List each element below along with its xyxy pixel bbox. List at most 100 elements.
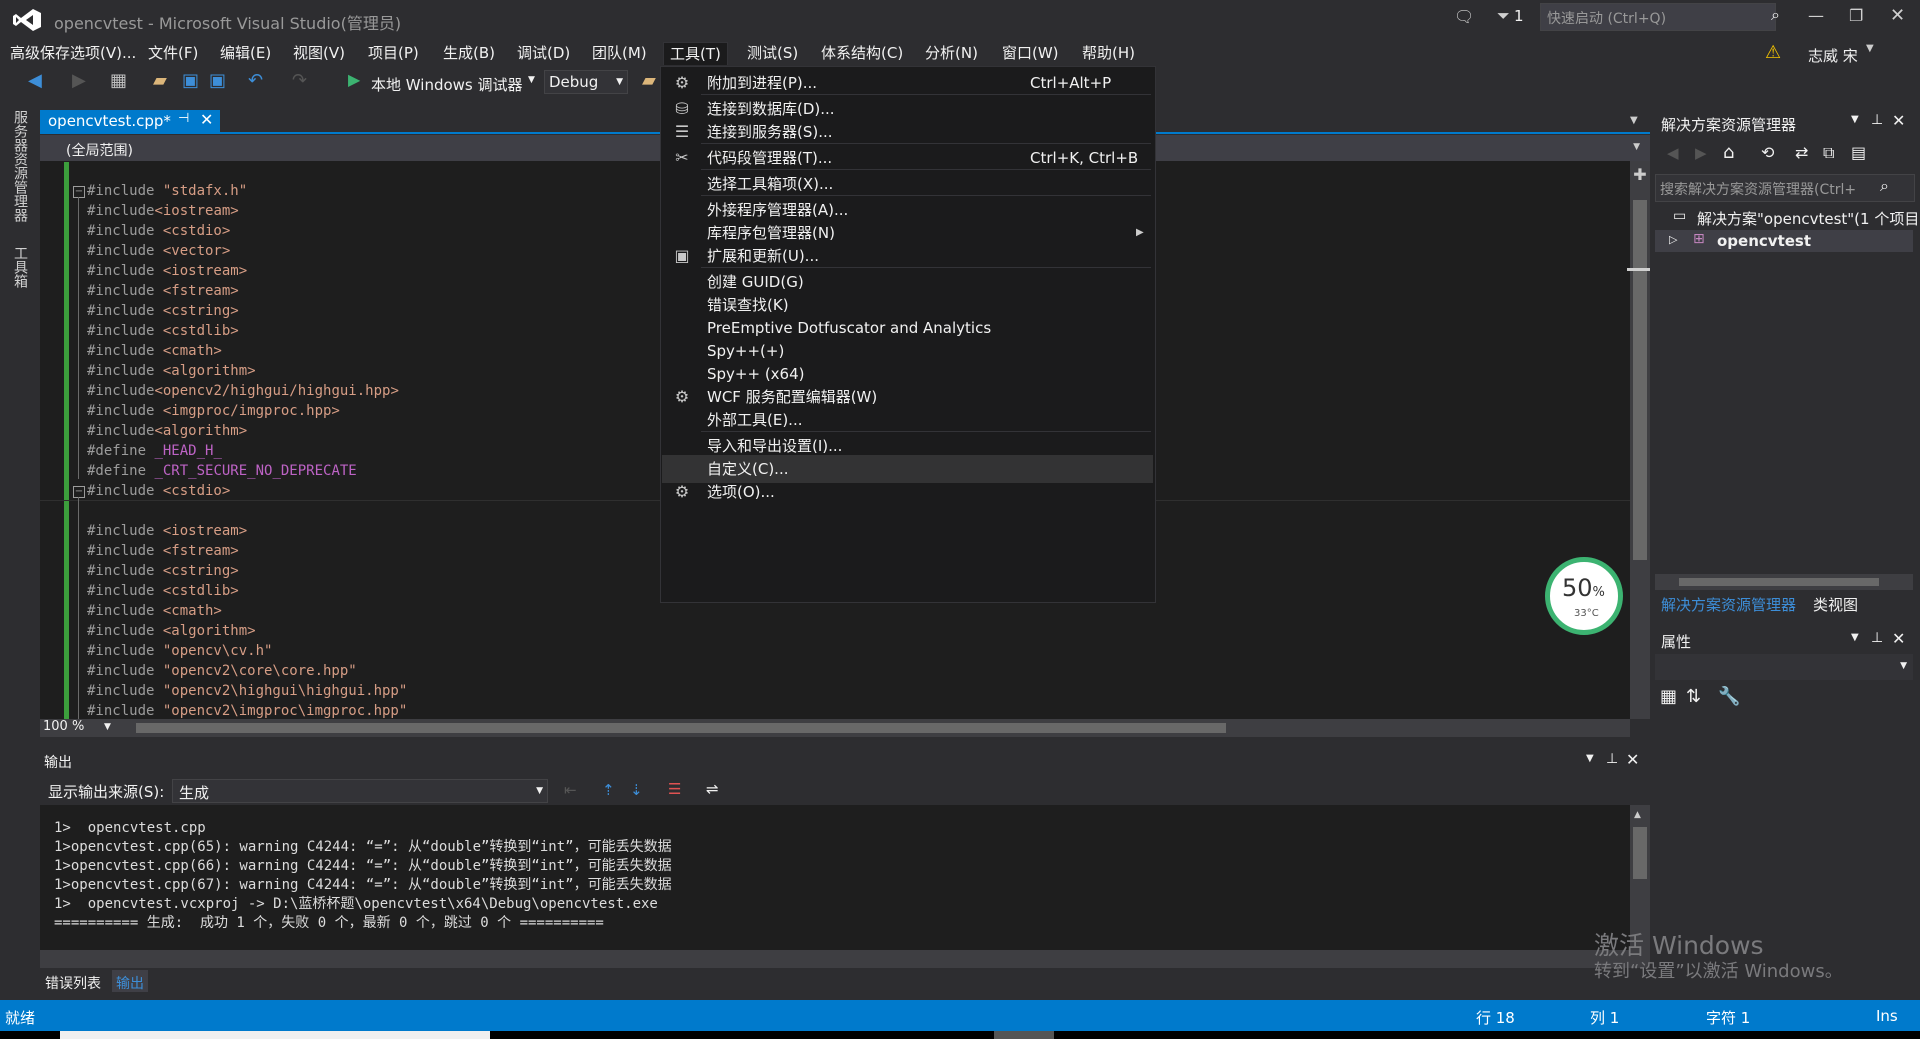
code-line[interactable]: #include<opencv2/highgui/highgui.hpp> <box>87 381 399 401</box>
menu-edit[interactable]: 编辑(E) <box>214 42 277 64</box>
menu-team[interactable]: 团队(M) <box>586 42 653 64</box>
zoom-level[interactable]: 100 % <box>43 719 84 734</box>
code-line[interactable]: #include <algorithm> <box>87 361 256 381</box>
performance-gauge[interactable]: 50% 33°C <box>1545 557 1623 635</box>
code-line[interactable]: #include <algorithm> <box>87 621 256 641</box>
code-line[interactable]: #include <cstdio> <box>87 481 230 501</box>
output-text[interactable]: 1> opencvtest.cpp 1>opencvtest.cpp(65): w… <box>40 805 1630 950</box>
find-message-icon[interactable]: ⇤ <box>564 781 577 799</box>
alphabetical-icon[interactable]: ⇅ <box>1686 686 1701 707</box>
expand-icon[interactable]: ▷ <box>1669 233 1677 246</box>
quick-launch-input[interactable]: 快速启动 (Ctrl+Q) ⌕ <box>1540 3 1780 31</box>
previous-message-icon[interactable]: ⇡ <box>602 781 615 799</box>
undo-icon[interactable]: ↶ <box>248 70 263 91</box>
menu-build[interactable]: 生成(B) <box>437 42 501 64</box>
find-in-files-icon[interactable]: ▰ <box>642 70 656 91</box>
code-line[interactable]: #define _CRT_SECURE_NO_DEPRECATE <box>87 461 357 481</box>
tools-menu-item[interactable]: ⚙ 附加到进程(P)... Ctrl+Alt+P <box>662 69 1153 97</box>
solution-hscrollbar[interactable] <box>1655 574 1913 590</box>
navigate-back-icon[interactable]: ◀ <box>28 70 42 91</box>
tools-menu-item[interactable]: 选择工具箱项(X)... <box>662 170 1153 198</box>
project-node[interactable]: opencvtest <box>1717 232 1811 250</box>
properties-object-select[interactable]: ▼ <box>1655 654 1913 680</box>
new-project-icon[interactable]: ▦ <box>110 70 127 91</box>
tab-list-dropdown-icon[interactable]: ▼ <box>1630 115 1638 126</box>
code-line[interactable]: #include "stdafx.h" <box>87 181 247 201</box>
menu-window[interactable]: 窗口(W) <box>996 42 1065 64</box>
output-close-icon[interactable]: ✕ <box>1626 750 1639 769</box>
output-scroll-up-icon[interactable]: ▲ <box>1634 810 1641 820</box>
scope-chevron-icon[interactable]: ▼ <box>1633 142 1640 152</box>
code-line[interactable]: #include "opencv2\core\core.hpp" <box>87 661 357 681</box>
code-line[interactable]: #include<iostream> <box>87 201 239 221</box>
code-line[interactable]: #include <fstream> <box>87 541 239 561</box>
menu-tools[interactable]: 工具(T) <box>663 42 728 65</box>
tab-class-view[interactable]: 类视图 <box>1813 594 1858 615</box>
pin-icon[interactable]: ⊣ <box>178 111 189 126</box>
tab-output[interactable]: 输出 <box>112 970 148 992</box>
minimize-button[interactable]: — <box>1808 6 1824 25</box>
tools-menu-item[interactable]: ⚙ 选项(O)... <box>662 478 1153 506</box>
close-pane-icon[interactable]: ✕ <box>1892 111 1905 130</box>
code-line[interactable]: #include "opencv2\highgui\highgui.hpp" <box>87 681 407 701</box>
code-line[interactable]: #include <iostream> <box>87 261 247 281</box>
code-line[interactable]: #include "opencv2\imgproc\imgproc.hpp" <box>87 701 407 721</box>
feedback-icon[interactable]: 🗨 <box>1454 7 1474 26</box>
code-line[interactable]: #include <iostream> <box>87 521 247 541</box>
menu-help[interactable]: 帮助(H) <box>1076 42 1141 64</box>
code-line[interactable]: #include <vector> <box>87 241 230 261</box>
close-button[interactable]: ✕ <box>1890 5 1905 26</box>
open-file-icon[interactable]: ▰ <box>153 70 167 91</box>
tab-error-list[interactable]: 错误列表 <box>45 973 101 993</box>
output-scroll-thumb[interactable] <box>1633 827 1647 879</box>
solution-search-input[interactable]: 搜索解决方案资源管理器(Ctrl+ ⌕ <box>1655 174 1915 202</box>
toggle-word-wrap-icon[interactable]: ⇌ <box>706 780 719 798</box>
start-debugging-icon[interactable]: ▶ <box>348 70 360 89</box>
properties-position-icon[interactable]: ▼ <box>1851 632 1859 643</box>
code-line[interactable]: #include <cstdlib> <box>87 581 239 601</box>
save-icon[interactable]: ▣ <box>182 70 199 91</box>
sync-icon[interactable]: ⇄ <box>1795 143 1808 162</box>
notification-filter-icon[interactable]: ⏷ <box>1497 6 1510 26</box>
menu-test[interactable]: 测试(S) <box>741 42 804 64</box>
tools-menu-item[interactable]: ✂ 代码段管理器(T)... Ctrl+K, Ctrl+B <box>662 144 1153 172</box>
server-explorer-tab[interactable]: 服务器资源管理器 <box>10 110 30 222</box>
show-all-files-icon[interactable]: ▤ <box>1851 143 1866 162</box>
code-line[interactable]: #include <cstring> <box>87 561 239 581</box>
menu-advanced-save[interactable]: 高级保存选项(V)... <box>4 42 142 64</box>
editor-scroll-thumb[interactable] <box>1633 200 1647 560</box>
scope-dropdown[interactable]: (全局范围) <box>66 140 133 160</box>
tools-menu-item[interactable]: ☰ 连接到服务器(S)... <box>662 118 1153 146</box>
split-editor-icon[interactable]: ✚ <box>1630 165 1650 184</box>
next-message-icon[interactable]: ⇣ <box>630 781 643 799</box>
debugger-dropdown-icon[interactable]: ▼ <box>528 75 535 85</box>
properties-pin-icon[interactable]: ⊥ <box>1871 630 1883 646</box>
code-line[interactable]: #include<algorithm> <box>87 421 247 441</box>
editor-tab-opencvtest[interactable]: opencvtest.cpp* ⊣ ✕ <box>40 110 220 132</box>
home-icon[interactable]: ⌂ <box>1723 142 1734 163</box>
menu-analyze[interactable]: 分析(N) <box>919 42 984 64</box>
pending-changes-icon[interactable]: ⟲ <box>1761 143 1774 162</box>
save-all-icon[interactable]: ▣ <box>209 70 226 91</box>
back-icon[interactable]: ◀ <box>1667 144 1679 162</box>
categorized-icon[interactable]: ▦ <box>1660 686 1677 707</box>
restore-button[interactable]: ❐ <box>1849 6 1863 25</box>
code-line[interactable]: #define _HEAD_H_ <box>87 441 222 461</box>
solution-hscroll-thumb[interactable] <box>1679 578 1879 586</box>
tools-menu-item[interactable]: 外部工具(E)... <box>662 406 1153 434</box>
menu-project[interactable]: 项目(P) <box>362 42 425 64</box>
code-line[interactable]: #include <cstring> <box>87 301 239 321</box>
code-line[interactable]: #include <cmath> <box>87 601 222 621</box>
code-line[interactable]: #include <cstdio> <box>87 221 230 241</box>
properties-close-icon[interactable]: ✕ <box>1892 629 1905 648</box>
close-tab-icon[interactable]: ✕ <box>200 110 213 129</box>
configuration-select[interactable]: Debug ▼ <box>544 70 628 94</box>
navigate-forward-icon[interactable]: ▶ <box>72 70 86 91</box>
collapse-region-icon[interactable]: − <box>73 486 85 498</box>
output-horizontal-scrollbar[interactable] <box>40 950 1650 968</box>
auto-hide-pin-icon[interactable]: ⊥ <box>1871 112 1883 128</box>
collapse-region-icon[interactable]: − <box>73 186 85 198</box>
collapse-all-icon[interactable]: ⧉ <box>1823 143 1834 163</box>
redo-icon[interactable]: ↷ <box>292 70 307 91</box>
code-line[interactable]: #include <cstdlib> <box>87 321 239 341</box>
